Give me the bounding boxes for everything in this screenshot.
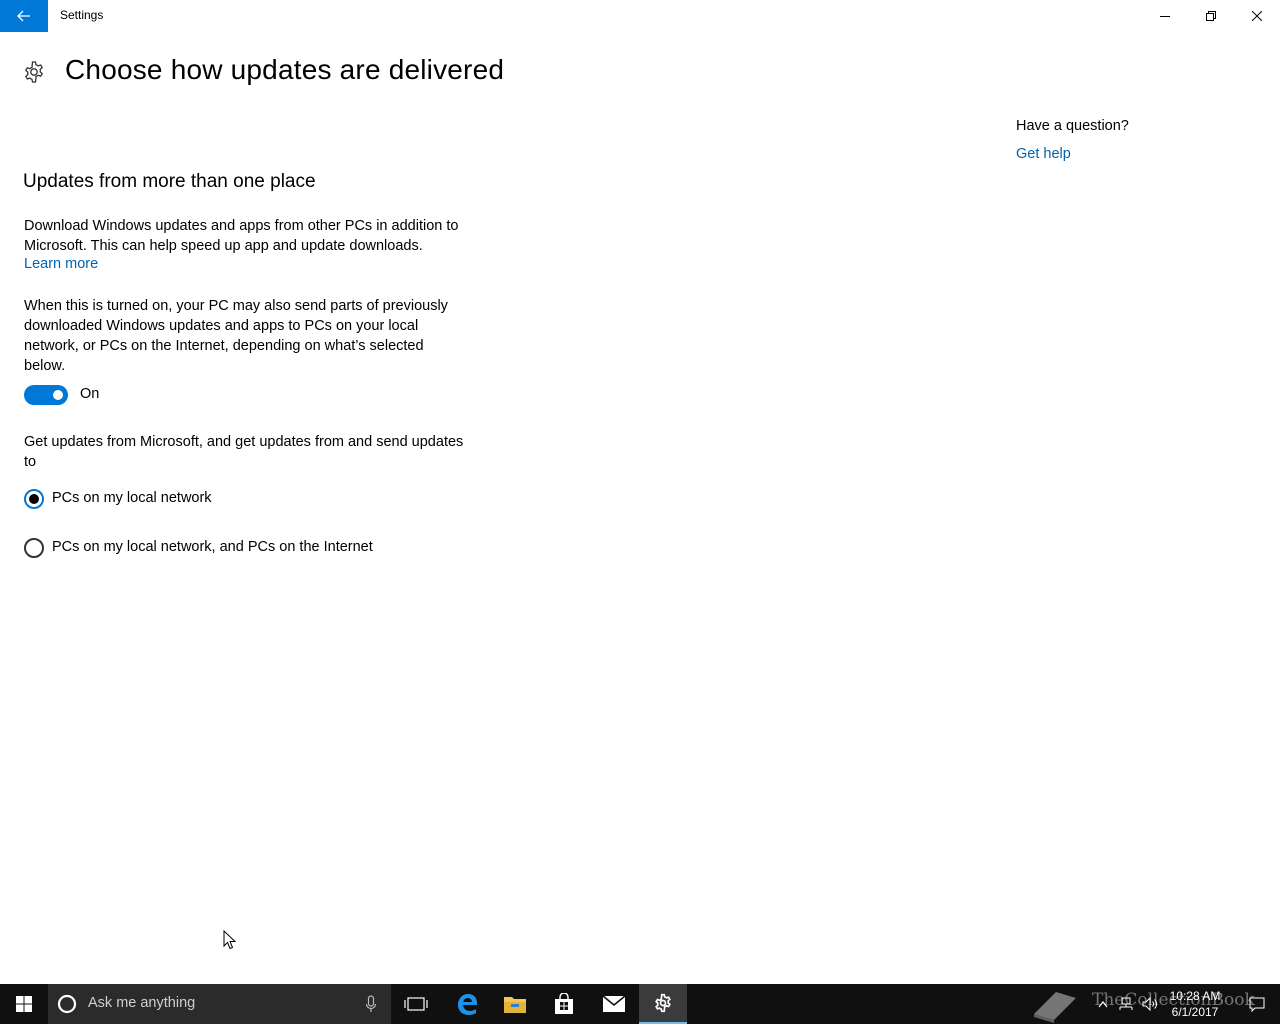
radio-intro-text: Get updates from Microsoft, and get upda… <box>24 434 464 470</box>
microphone-icon[interactable] <box>364 994 378 1014</box>
task-view-icon <box>404 997 428 1011</box>
search-placeholder: Ask me anything <box>88 995 196 1011</box>
notification-icon <box>1249 997 1265 1012</box>
cortana-icon <box>57 994 77 1014</box>
search-box[interactable]: Ask me anything <box>48 984 391 1024</box>
edge-icon <box>458 994 477 1015</box>
minimize-button[interactable] <box>1142 0 1188 32</box>
page-title: Choose how updates are delivered <box>65 54 505 85</box>
action-center-button[interactable] <box>1234 984 1280 1024</box>
close-icon <box>1252 11 1262 21</box>
mail-envelope-icon <box>602 995 626 1012</box>
edge-taskbar-button[interactable] <box>443 984 491 1024</box>
network-icon <box>1119 997 1133 1010</box>
toggle-knob <box>53 390 63 400</box>
title-bar: Settings <box>0 0 1280 32</box>
back-arrow-icon <box>17 10 30 22</box>
volume-tray-button[interactable] <box>1140 984 1160 1024</box>
radio-selected-dot <box>29 494 39 504</box>
settings-gear-icon <box>24 61 44 83</box>
taskbar: Ask me anything TheCollectionBook 10:28 … <box>0 984 1280 1024</box>
network-tray-button[interactable] <box>1116 984 1136 1024</box>
mouse-pointer-icon <box>223 930 237 950</box>
help-question: Have a question? <box>1016 118 1129 134</box>
get-help-link[interactable]: Get help <box>1016 146 1071 162</box>
show-hidden-icons-button[interactable] <box>1092 984 1114 1024</box>
toggle-state-label: On <box>80 386 100 402</box>
chevron-up-icon <box>1098 1001 1108 1008</box>
section-title: Updates from more than one place <box>23 171 316 192</box>
settings-taskbar-button[interactable] <box>639 984 687 1024</box>
mail-taskbar-button[interactable] <box>590 984 638 1024</box>
radio-label-local-network-and-internet[interactable]: PCs on my local network, and PCs on the … <box>52 539 373 555</box>
description-text: Download Windows updates and apps from o… <box>24 218 459 254</box>
back-button[interactable] <box>0 0 48 32</box>
taskbar-clock[interactable]: 10:28 AM 6/1/2017 <box>1160 988 1230 1020</box>
settings-gear-icon <box>655 993 671 1013</box>
speaker-icon <box>1142 996 1157 1012</box>
store-taskbar-button[interactable] <box>540 984 588 1024</box>
start-button[interactable] <box>0 984 48 1024</box>
learn-more-link[interactable]: Learn more <box>24 256 98 272</box>
delivery-optimization-toggle[interactable] <box>24 385 68 405</box>
file-explorer-taskbar-button[interactable] <box>491 984 539 1024</box>
restore-icon <box>1206 11 1216 21</box>
radio-local-network-and-internet[interactable] <box>24 538 44 558</box>
store-bag-icon <box>555 993 573 1014</box>
windows-logo-icon <box>16 996 32 1012</box>
window-title: Settings <box>60 8 104 22</box>
watermark-book-logo <box>1034 992 1076 1023</box>
minimize-icon <box>1160 16 1170 17</box>
clock-time: 10:28 AM <box>1169 989 1221 1003</box>
close-button[interactable] <box>1234 0 1280 32</box>
task-view-button[interactable] <box>392 984 440 1024</box>
radio-local-network[interactable] <box>24 489 44 509</box>
restore-button[interactable] <box>1188 0 1234 32</box>
clock-date: 6/1/2017 <box>1171 1005 1219 1019</box>
toggle-description-text: When this is turned on, your PC may also… <box>24 298 448 374</box>
folder-icon <box>504 997 526 1013</box>
radio-label-local-network[interactable]: PCs on my local network <box>52 490 212 506</box>
